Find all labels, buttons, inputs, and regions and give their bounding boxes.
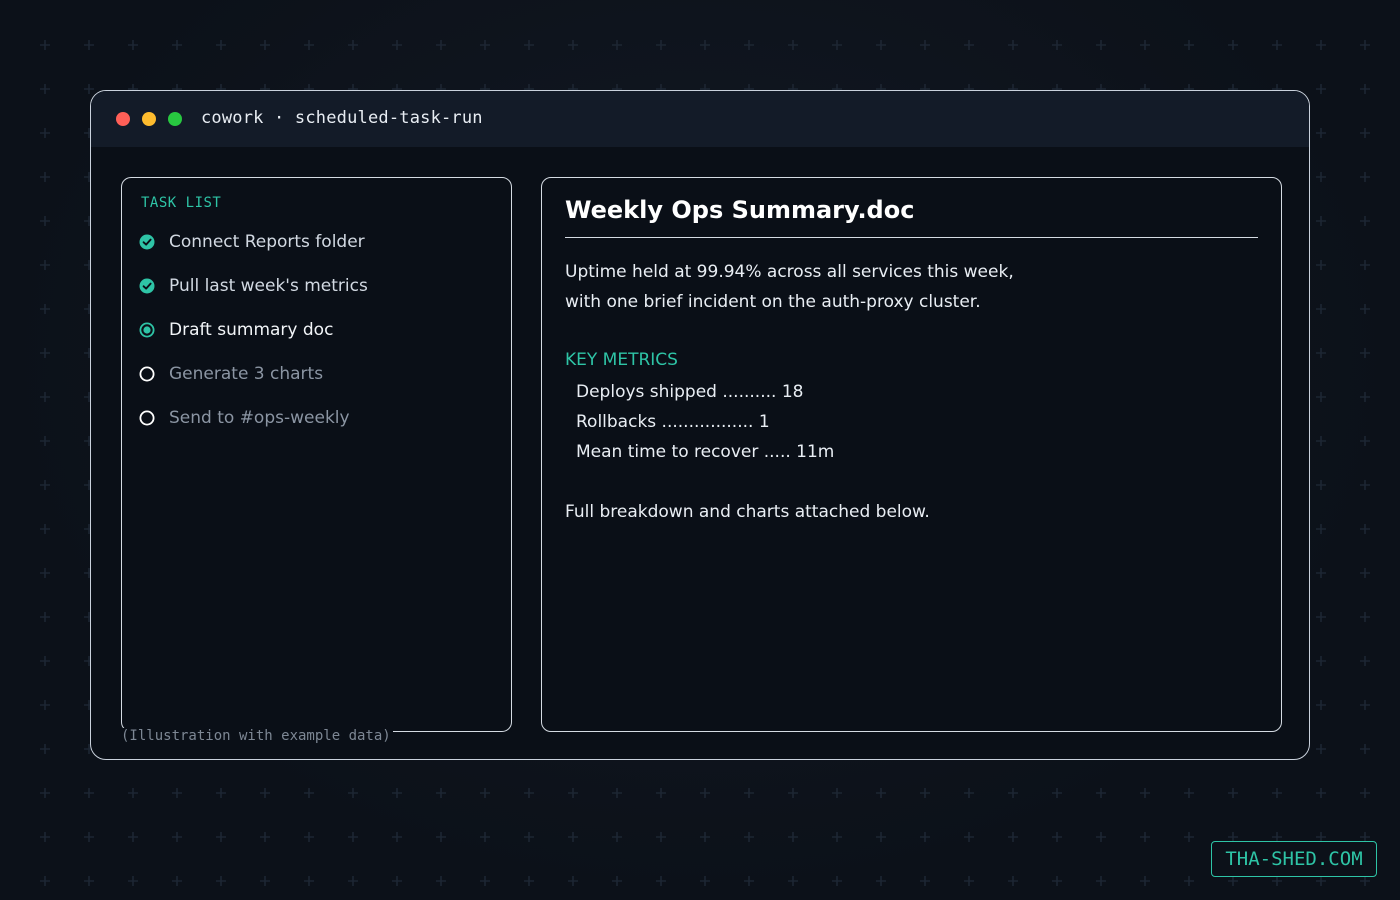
empty-circle-icon (139, 366, 155, 382)
maximize-window-button[interactable] (168, 112, 182, 126)
metric-mttr: Mean time to recover ..... 11m (576, 442, 835, 462)
task-list-panel: TASK LIST Connect Reports folder Pull la… (121, 177, 512, 732)
document-footer: Full breakdown and charts attached below… (565, 502, 930, 522)
check-circle-icon (139, 234, 155, 250)
empty-circle-icon (139, 410, 155, 426)
task-label: Send to #ops-weekly (169, 408, 350, 428)
illustration-caption: (Illustration with example data) (121, 728, 393, 744)
brand-badge[interactable]: THA-SHED.COM (1211, 841, 1377, 877)
task-label: Generate 3 charts (169, 364, 324, 384)
document-title: Weekly Ops Summary.doc (565, 196, 915, 224)
check-circle-icon (139, 278, 155, 294)
task-label: Pull last week's metrics (169, 276, 368, 296)
task-label: Draft summary doc (169, 320, 334, 340)
metric-rollbacks: Rollbacks ................. 1 (576, 412, 770, 432)
title-divider (565, 237, 1258, 238)
document-intro-line-2: with one brief incident on the auth-prox… (565, 292, 981, 312)
metric-deploys: Deploys shipped .......... 18 (576, 382, 804, 402)
window-title: cowork · scheduled-task-run (201, 108, 483, 128)
app-window: cowork · scheduled-task-run TASK LIST Co… (90, 90, 1310, 760)
title-bar: cowork · scheduled-task-run (91, 91, 1309, 147)
minimize-window-button[interactable] (142, 112, 156, 126)
key-metrics-heading: KEY METRICS (565, 350, 678, 370)
document-panel: Weekly Ops Summary.doc Uptime held at 99… (541, 177, 1282, 732)
task-list-heading: TASK LIST (141, 195, 222, 211)
task-label: Connect Reports folder (169, 232, 365, 252)
document-intro-line-1: Uptime held at 99.94% across all service… (565, 262, 1014, 282)
radio-dot-icon (139, 322, 155, 338)
close-window-button[interactable] (116, 112, 130, 126)
